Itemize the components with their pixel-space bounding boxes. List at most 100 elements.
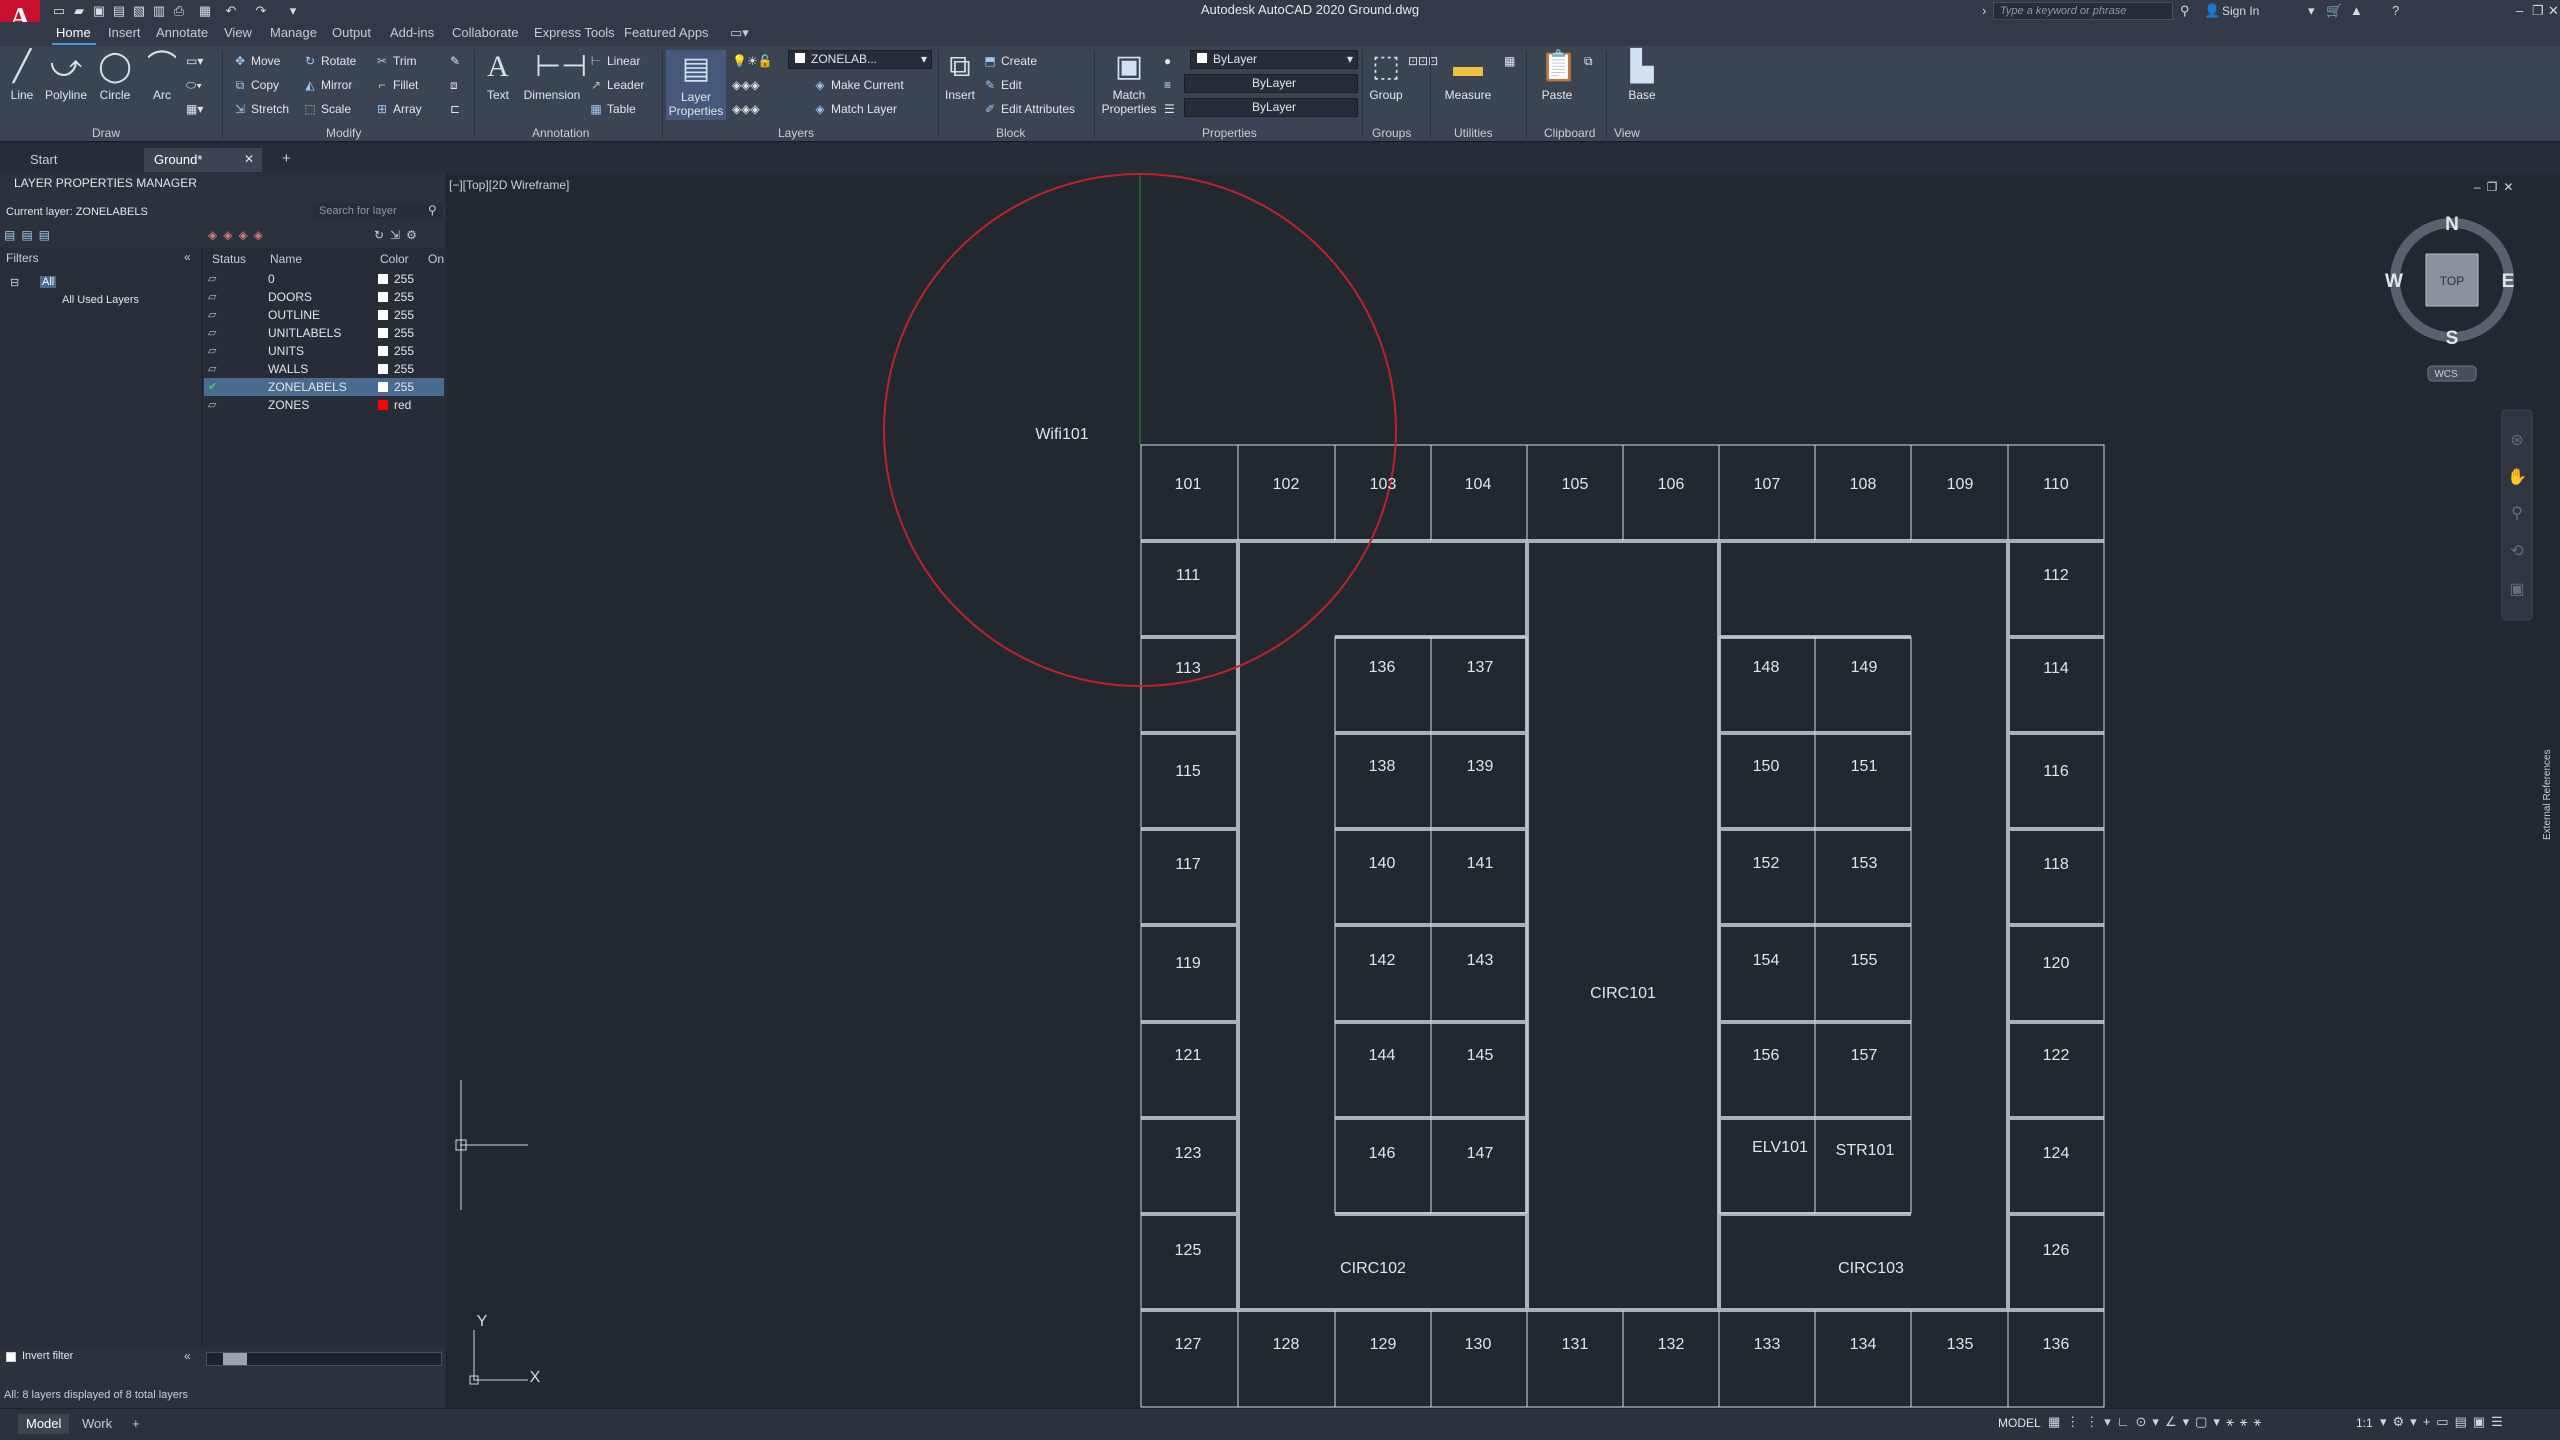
block-panel-title[interactable]: Block bbox=[996, 126, 1025, 140]
tab-featured-apps[interactable]: Featured Apps bbox=[624, 25, 709, 40]
layer-color-swatch[interactable] bbox=[378, 328, 388, 338]
layer-name[interactable]: ZONES bbox=[268, 396, 309, 414]
utility-tools-icons[interactable]: ▦ bbox=[1504, 52, 1515, 70]
rotate-button[interactable]: ↻ Rotate bbox=[302, 52, 356, 70]
orbit-icon[interactable]: ⟲ bbox=[2510, 543, 2524, 560]
binoculars-icon[interactable]: ⚲ bbox=[2180, 2, 2190, 20]
layer-row[interactable]: ▱ ZONES red bbox=[204, 396, 444, 414]
layer-search-input[interactable]: Search for layer bbox=[313, 203, 443, 219]
filter-tools-icons[interactable]: ▤▤▤ bbox=[4, 228, 56, 242]
color-wheel-icon[interactable]: ● bbox=[1164, 52, 1171, 70]
steering-wheel-icon[interactable]: ⊛ bbox=[2510, 432, 2523, 449]
paste-button[interactable]: 📋 Paste bbox=[1530, 50, 1584, 102]
autodesk-a360-icon[interactable]: ▲ bbox=[2350, 2, 2363, 20]
view-panel-title[interactable]: View bbox=[1614, 126, 1640, 140]
array-button[interactable]: ⊞ Array bbox=[374, 100, 422, 118]
tree-expand-icon[interactable]: ⊟ bbox=[10, 276, 19, 289]
status-toggle-icons[interactable]: ▦⋮⋮▾∟⊙▾∠▾▢▾⚹⚹⚹ bbox=[2048, 1414, 2267, 1430]
layer-color-value[interactable]: 255 bbox=[394, 324, 414, 342]
saveas-icon[interactable]: ▤ bbox=[110, 2, 128, 20]
layer-row[interactable]: ▱ UNITS 255 bbox=[204, 342, 444, 360]
model-space-button[interactable]: MODEL bbox=[1998, 1416, 2041, 1430]
close-icon[interactable]: ✕ bbox=[2548, 2, 2559, 20]
refresh-settings-icons[interactable]: ↻⇲⚙ bbox=[374, 228, 423, 242]
erase-icon[interactable]: ✎ bbox=[450, 52, 460, 70]
start-tab[interactable]: Start bbox=[20, 148, 140, 172]
layer-color-value[interactable]: red bbox=[394, 396, 411, 414]
clipboard-panel-title[interactable]: Clipboard bbox=[1544, 126, 1595, 140]
arc-button[interactable]: ⌒ Arc bbox=[142, 50, 182, 102]
layer-color-value[interactable]: 255 bbox=[394, 342, 414, 360]
fillet-button[interactable]: ⌐ Fillet bbox=[374, 76, 418, 94]
tab-home[interactable]: Home bbox=[56, 25, 91, 40]
layer-color-swatch[interactable] bbox=[378, 274, 388, 284]
layer-state-icons[interactable]: 💡☀🔓 bbox=[732, 52, 773, 70]
copy-button[interactable]: ⧉ Copy bbox=[232, 76, 279, 94]
viewcube-east[interactable]: E bbox=[2502, 271, 2515, 292]
edit-attributes-button[interactable]: ✐ Edit Attributes bbox=[982, 100, 1075, 118]
layers-panel-title[interactable]: Layers bbox=[778, 126, 814, 140]
hatch-icon[interactable]: ⬭▾ bbox=[186, 76, 202, 94]
tab-output[interactable]: Output bbox=[332, 25, 371, 40]
collapse-icon[interactable]: « bbox=[184, 250, 191, 264]
groups-panel-title[interactable]: Groups bbox=[1372, 126, 1411, 140]
sign-in-link[interactable]: Sign In bbox=[2222, 2, 2259, 20]
layer-properties-button[interactable]: ▤ Layer Properties bbox=[666, 50, 726, 120]
move-button[interactable]: ✥ Move bbox=[232, 52, 280, 70]
layer-row[interactable]: ▱ UNITLABELS 255 bbox=[204, 324, 444, 342]
close-tab-icon[interactable]: ✕ bbox=[244, 152, 254, 166]
stretch-button[interactable]: ⇲ Stretch bbox=[232, 100, 289, 118]
layer-row[interactable]: ▱ OUTLINE 255 bbox=[204, 306, 444, 324]
filter-all[interactable]: All bbox=[40, 276, 57, 288]
utilities-panel-title[interactable]: Utilities bbox=[1454, 126, 1493, 140]
region-icon[interactable]: ▦▾ bbox=[186, 100, 203, 118]
pan-icon[interactable]: ✋ bbox=[2507, 467, 2527, 486]
polyline-button[interactable]: ⤻ Polyline bbox=[40, 50, 92, 102]
layer-row[interactable]: ▱ WALLS 255 bbox=[204, 360, 444, 378]
edit-block-button[interactable]: ✎ Edit bbox=[982, 76, 1022, 94]
layer-name[interactable]: ZONELABELS bbox=[268, 378, 347, 396]
layer-color-swatch[interactable] bbox=[378, 364, 388, 374]
layer-list-scrollbar[interactable] bbox=[206, 1352, 442, 1366]
layer-row[interactable]: ▱ 0 255 bbox=[204, 270, 444, 288]
layer-name[interactable]: UNITS bbox=[268, 342, 304, 360]
layer-color-value[interactable]: 255 bbox=[394, 378, 414, 396]
chevron-down-icon[interactable]: ▾ bbox=[2308, 2, 2315, 20]
linetype-dropdown[interactable]: ByLayer bbox=[1184, 98, 1358, 117]
layer-tools-icons[interactable]: ◈◈◈ bbox=[732, 76, 760, 94]
annotation-scale[interactable]: 1:1 bbox=[2356, 1416, 2373, 1430]
text-button[interactable]: A Text bbox=[480, 50, 516, 102]
layer-name[interactable]: DOORS bbox=[268, 288, 312, 306]
building-outline[interactable] bbox=[1140, 444, 2105, 1408]
tab-annotate[interactable]: Annotate bbox=[156, 25, 208, 40]
model-layout-tab[interactable]: Model bbox=[18, 1414, 70, 1434]
table-button[interactable]: ▦ Table bbox=[588, 100, 635, 118]
customize-icon[interactable]: ▾ bbox=[284, 2, 302, 20]
plot-icon[interactable]: ⎙ bbox=[170, 2, 188, 20]
dimension-button[interactable]: ⊢⊣ Dimension bbox=[520, 50, 588, 102]
viewport-controls-label[interactable]: [−][Top][2D Wireframe] bbox=[449, 178, 569, 192]
undo-icon[interactable]: ↶ bbox=[222, 2, 240, 20]
linear-button[interactable]: ⊢ Linear bbox=[588, 52, 641, 70]
color-column-header[interactable]: Color bbox=[380, 252, 409, 266]
layer-name[interactable]: 0 bbox=[268, 270, 275, 288]
layer-tools-icons-2[interactable]: ◈◈◈ bbox=[732, 100, 760, 118]
match-layer-button[interactable]: ◈ Match Layer bbox=[812, 100, 897, 118]
drawing-svg[interactable]: 101 102 103 104 105 106 107 108 109 110 111 112 113 1… bbox=[448, 173, 2560, 1413]
user-icon[interactable]: 👤 bbox=[2204, 2, 2220, 20]
layer-dropdown[interactable]: ZONELAB... ▾ bbox=[788, 50, 932, 69]
annotation-panel-title[interactable]: Annotation bbox=[532, 126, 589, 140]
modify-panel-title[interactable]: Modify bbox=[326, 126, 361, 140]
scrollbar-thumb[interactable] bbox=[223, 1353, 247, 1365]
layer-name[interactable]: UNITLABELS bbox=[268, 324, 341, 342]
showmotion-icon[interactable]: ▣ bbox=[2509, 581, 2524, 598]
invert-filter-checkbox[interactable] bbox=[6, 1352, 16, 1362]
cloud-save-icon[interactable]: ▥ bbox=[150, 2, 168, 20]
tab-collaborate[interactable]: Collaborate bbox=[452, 25, 519, 40]
lineweight-dropdown[interactable]: ByLayer bbox=[1184, 74, 1358, 93]
new-layout-icon[interactable]: + bbox=[124, 1414, 148, 1434]
cloud-open-icon[interactable]: ▧ bbox=[130, 2, 148, 20]
tab-insert[interactable]: Insert bbox=[108, 25, 141, 40]
explode-icon[interactable]: ⧈ bbox=[450, 76, 458, 94]
tab-add-ins[interactable]: Add-ins bbox=[390, 25, 434, 40]
